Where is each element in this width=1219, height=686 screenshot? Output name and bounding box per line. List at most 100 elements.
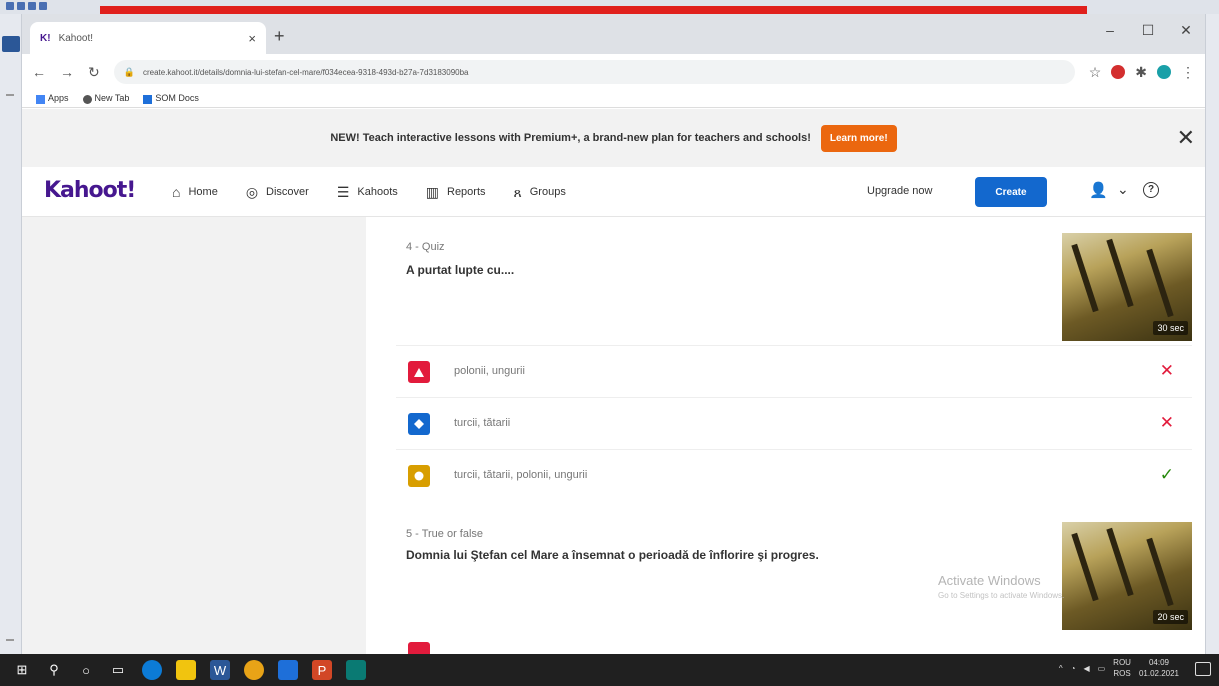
- image-detail: [1071, 532, 1099, 602]
- powerpoint-icon[interactable]: P: [312, 660, 332, 680]
- word-title-strip: [0, 0, 1219, 14]
- puzzle-icon[interactable]: ✱: [1135, 64, 1147, 81]
- cortana-icon[interactable]: ○: [76, 660, 96, 680]
- close-banner-icon[interactable]: ✕: [1177, 125, 1195, 151]
- browser-window: K! Kahoot! × + – ☐ ✕ ← → ↻ 🔒 create.kaho…: [22, 14, 1205, 654]
- search-icon[interactable]: ⚲: [44, 660, 64, 680]
- activate-windows-sub: Go to Settings to activate Windows.: [938, 591, 1065, 600]
- question-title: Domnia lui Ştefan cel Mare a însemnat o …: [406, 548, 819, 562]
- system-tray: ^ ◔ ◀ ▭ ROU ROS 04:09 01.02.2021: [1059, 657, 1179, 679]
- diamond-icon: [408, 413, 430, 435]
- task-view-icon[interactable]: ▭: [108, 660, 128, 680]
- answer-shape-partial: [408, 642, 430, 654]
- chrome-icon[interactable]: [244, 660, 264, 680]
- battery-icon[interactable]: ▭: [1098, 664, 1106, 673]
- nav-label: Kahoots: [357, 186, 398, 198]
- edge-icon[interactable]: [142, 660, 162, 680]
- answer-row: polonii, ungurii ✕: [396, 345, 1192, 397]
- nav-discover[interactable]: ◎ Discover: [246, 184, 309, 201]
- word-icon: [2, 36, 20, 52]
- extensions: ☆ ✱ ⋮: [1089, 64, 1195, 81]
- answer-text: turcii, tătarii: [454, 417, 511, 429]
- tab-title: Kahoot!: [58, 32, 94, 44]
- maximize-icon[interactable]: ☐: [1129, 14, 1167, 46]
- bookmark-som-docs[interactable]: SOM Docs: [143, 93, 199, 104]
- app-icon[interactable]: [278, 660, 298, 680]
- menu-dots-icon[interactable]: ⋮: [1181, 64, 1195, 81]
- clock[interactable]: 04:09 01.02.2021: [1139, 657, 1179, 679]
- close-tab-icon[interactable]: ×: [248, 31, 256, 46]
- learn-more-button[interactable]: Learn more!: [820, 124, 897, 152]
- nav-items: ⌂ Home ◎ Discover ☰ Kahoots ▥ Reports ጸ Group…: [172, 167, 566, 217]
- nav-home[interactable]: ⌂ Home: [172, 184, 218, 200]
- globe-icon: [82, 94, 92, 104]
- ruler-mark: [6, 94, 14, 96]
- file-explorer-icon[interactable]: [176, 660, 196, 680]
- compass-icon: ◎: [245, 183, 259, 200]
- time-limit-badge: 30 sec: [1153, 321, 1188, 335]
- bookmark-apps[interactable]: Apps: [36, 93, 69, 104]
- user-icon[interactable]: 👤: [1089, 181, 1108, 199]
- answer-text: turcii, tătarii, polonii, ungurii: [454, 469, 588, 481]
- address-bar[interactable]: 🔒 create.kahoot.it/details/domnia-lui-st…: [113, 60, 1075, 84]
- lang2-label: ROS: [1113, 669, 1131, 678]
- top-nav: Kahoot! ⌂ Home ◎ Discover ☰ Kahoots ▥ Report…: [22, 167, 1205, 217]
- network-icon[interactable]: ◔: [1071, 664, 1076, 673]
- question-card[interactable]: 4 - Quiz A purtat lupte cu.... 30 sec: [396, 233, 1192, 345]
- close-window-icon[interactable]: ✕: [1167, 14, 1205, 46]
- nav-label: Reports: [447, 186, 486, 198]
- question-card[interactable]: 5 - True or false Domnia lui Ştefan cel …: [396, 520, 1192, 654]
- question-image: 20 sec: [1062, 522, 1192, 630]
- chevron-down-icon[interactable]: ⌄: [1117, 181, 1129, 198]
- lang-label: ROU: [1113, 658, 1131, 667]
- volume-icon[interactable]: ◀: [1083, 664, 1089, 673]
- circle-icon: [408, 465, 430, 487]
- upgrade-now-link[interactable]: Upgrade now: [867, 185, 932, 197]
- browser-tab[interactable]: K! Kahoot! ×: [30, 22, 266, 54]
- word-right-scrollbar[interactable]: [1205, 14, 1219, 654]
- lock-icon: 🔒: [123, 66, 135, 77]
- banner-text: NEW! Teach interactive lessons with Prem…: [330, 132, 811, 144]
- tray-arrow-icon[interactable]: ^: [1059, 664, 1063, 673]
- nav-groups[interactable]: ጸ Groups: [514, 184, 566, 201]
- profile-avatar-icon[interactable]: [1157, 65, 1171, 79]
- help-icon[interactable]: ?: [1143, 182, 1159, 198]
- word-ribbon-strip: [100, 6, 1087, 14]
- word-icon[interactable]: W: [210, 660, 230, 680]
- adblock-icon[interactable]: [1111, 65, 1126, 79]
- answer-row: turcii, tătarii, polonii, ungurii ✓: [396, 449, 1192, 501]
- create-button[interactable]: Create: [975, 177, 1047, 207]
- groups-icon: ጸ: [513, 183, 522, 200]
- nav-label: Groups: [529, 186, 566, 198]
- reload-icon[interactable]: ↻: [88, 64, 100, 81]
- question-title: A purtat lupte cu....: [406, 263, 515, 277]
- back-icon[interactable]: ←: [32, 64, 46, 80]
- word-left-ruler: [0, 14, 22, 654]
- nav-label: Discover: [266, 186, 309, 198]
- forward-icon[interactable]: →: [60, 64, 74, 80]
- image-detail: [1071, 243, 1099, 313]
- quick-access-toolbar[interactable]: [6, 2, 66, 12]
- kahoot-logo[interactable]: Kahoot!: [44, 178, 136, 203]
- language-indicator[interactable]: ROU ROS: [1113, 657, 1131, 679]
- new-tab-icon[interactable]: +: [274, 26, 285, 47]
- bookmark-label: SOM Docs: [155, 93, 199, 104]
- triangle-icon: [408, 361, 430, 383]
- image-detail: [1146, 537, 1174, 607]
- star-icon[interactable]: ☆: [1089, 64, 1102, 81]
- incorrect-icon: ✕: [1159, 413, 1174, 432]
- time-label: 04:09: [1148, 658, 1169, 667]
- image-detail: [1146, 248, 1174, 318]
- doc-icon: [143, 94, 153, 104]
- question-image: 30 sec: [1062, 233, 1192, 341]
- minimize-icon[interactable]: –: [1091, 14, 1129, 46]
- nav-reports[interactable]: ▥ Reports: [426, 184, 486, 201]
- notifications-icon[interactable]: [1195, 662, 1211, 676]
- windows-start-icon[interactable]: ⊞: [12, 660, 32, 680]
- paint-icon[interactable]: [346, 660, 366, 680]
- date-label: 01.02.2021: [1138, 669, 1179, 678]
- bookmark-new-tab[interactable]: New Tab: [82, 93, 129, 104]
- address-toolbar: ← → ↻ 🔒 create.kahoot.it/details/domnia-…: [22, 54, 1205, 90]
- nav-kahoots[interactable]: ☰ Kahoots: [337, 184, 398, 201]
- home-icon: ⌂: [172, 184, 181, 200]
